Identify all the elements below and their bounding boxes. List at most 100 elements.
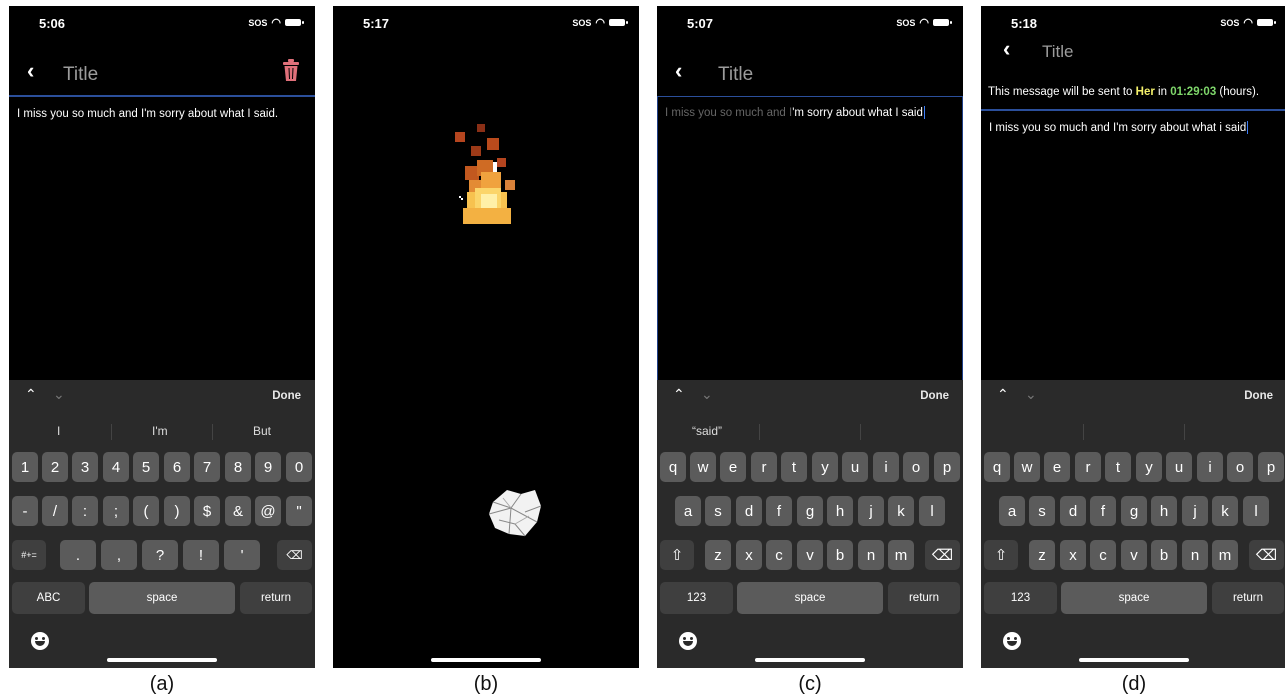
note-body[interactable]: I miss you so much and I'm sorry about w…: [17, 106, 309, 122]
key[interactable]: r: [751, 452, 777, 482]
key[interactable]: ): [164, 496, 190, 526]
key[interactable]: l: [1243, 496, 1269, 526]
key[interactable]: a: [675, 496, 701, 526]
key[interactable]: $: [194, 496, 220, 526]
done-button[interactable]: Done: [920, 390, 949, 402]
backspace-icon[interactable]: ⌫: [925, 540, 960, 570]
done-button[interactable]: Done: [1244, 390, 1273, 402]
return-key[interactable]: return: [1212, 582, 1284, 614]
chevron-down-icon[interactable]: ⌄: [1025, 386, 1037, 403]
return-key[interactable]: return: [888, 582, 960, 614]
chevron-down-icon[interactable]: ⌄: [53, 386, 65, 403]
key[interactable]: i: [1197, 452, 1223, 482]
key[interactable]: (: [133, 496, 159, 526]
key[interactable]: :: [72, 496, 98, 526]
shift-icon[interactable]: ⇧: [660, 540, 694, 570]
key[interactable]: 8: [225, 452, 251, 482]
key[interactable]: b: [1151, 540, 1177, 570]
key[interactable]: -: [12, 496, 38, 526]
back-chevron-icon[interactable]: ‹: [675, 58, 682, 84]
chevron-down-icon[interactable]: ⌄: [701, 386, 713, 403]
suggestion-1[interactable]: I: [57, 424, 60, 438]
key[interactable]: v: [1121, 540, 1147, 570]
key[interactable]: ": [286, 496, 312, 526]
space-key[interactable]: space: [89, 582, 235, 614]
chevron-up-icon[interactable]: ⌃: [673, 386, 685, 403]
key[interactable]: u: [1166, 452, 1192, 482]
key[interactable]: a: [999, 496, 1025, 526]
note-editor[interactable]: [657, 96, 963, 382]
key[interactable]: 3: [72, 452, 98, 482]
suggestion-3[interactable]: But: [253, 424, 271, 438]
key[interactable]: v: [797, 540, 823, 570]
key[interactable]: 4: [103, 452, 129, 482]
key[interactable]: 1: [12, 452, 38, 482]
key[interactable]: ;: [103, 496, 129, 526]
key[interactable]: /: [42, 496, 68, 526]
key[interactable]: e: [720, 452, 746, 482]
key[interactable]: t: [781, 452, 807, 482]
suggestion-1[interactable]: “said”: [692, 424, 722, 438]
trash-icon[interactable]: [281, 58, 301, 82]
key[interactable]: d: [1060, 496, 1086, 526]
abc-key[interactable]: ABC: [12, 582, 85, 614]
space-key[interactable]: space: [1061, 582, 1207, 614]
key[interactable]: x: [736, 540, 762, 570]
key[interactable]: f: [766, 496, 792, 526]
key[interactable]: 2: [42, 452, 68, 482]
backspace-icon[interactable]: ⌫: [277, 540, 312, 570]
note-body[interactable]: I miss you so much and I'm sorry about w…: [665, 105, 957, 121]
key[interactable]: @: [255, 496, 281, 526]
key[interactable]: k: [1212, 496, 1238, 526]
key[interactable]: h: [827, 496, 853, 526]
key[interactable]: q: [984, 452, 1010, 482]
key[interactable]: j: [858, 496, 884, 526]
key[interactable]: .: [60, 540, 96, 570]
suggestion-2[interactable]: I'm: [152, 424, 168, 438]
numbers-key[interactable]: 123: [660, 582, 733, 614]
space-key[interactable]: space: [737, 582, 883, 614]
back-chevron-icon[interactable]: ‹: [1003, 36, 1010, 62]
key[interactable]: q: [660, 452, 686, 482]
return-key[interactable]: return: [240, 582, 312, 614]
key[interactable]: n: [1182, 540, 1208, 570]
key[interactable]: ': [224, 540, 260, 570]
key[interactable]: g: [1121, 496, 1147, 526]
key[interactable]: f: [1090, 496, 1116, 526]
title-field[interactable]: Title: [63, 64, 98, 86]
key[interactable]: o: [1227, 452, 1253, 482]
key[interactable]: m: [888, 540, 914, 570]
key[interactable]: 0: [286, 452, 312, 482]
key[interactable]: m: [1212, 540, 1238, 570]
key[interactable]: d: [736, 496, 762, 526]
key[interactable]: y: [1136, 452, 1162, 482]
key[interactable]: w: [1014, 452, 1040, 482]
title-field[interactable]: Title: [718, 64, 753, 86]
emoji-icon[interactable]: [679, 632, 697, 650]
numbers-key[interactable]: 123: [984, 582, 1057, 614]
key[interactable]: p: [934, 452, 960, 482]
back-chevron-icon[interactable]: ‹: [27, 58, 34, 84]
key[interactable]: h: [1151, 496, 1177, 526]
key[interactable]: c: [1090, 540, 1116, 570]
key[interactable]: g: [797, 496, 823, 526]
key[interactable]: n: [858, 540, 884, 570]
symbols-key[interactable]: #+=: [12, 540, 46, 570]
key[interactable]: p: [1258, 452, 1284, 482]
key[interactable]: o: [903, 452, 929, 482]
key[interactable]: z: [1029, 540, 1055, 570]
key[interactable]: l: [919, 496, 945, 526]
key[interactable]: y: [812, 452, 838, 482]
emoji-icon[interactable]: [31, 632, 49, 650]
key[interactable]: e: [1044, 452, 1070, 482]
key[interactable]: r: [1075, 452, 1101, 482]
note-body[interactable]: I miss you so much and I'm sorry about w…: [989, 120, 1281, 136]
key[interactable]: j: [1182, 496, 1208, 526]
backspace-icon[interactable]: ⌫: [1249, 540, 1284, 570]
done-button[interactable]: Done: [272, 390, 301, 402]
key[interactable]: s: [705, 496, 731, 526]
key[interactable]: &: [225, 496, 251, 526]
key[interactable]: u: [842, 452, 868, 482]
key[interactable]: z: [705, 540, 731, 570]
title-field[interactable]: Title: [1042, 42, 1074, 62]
